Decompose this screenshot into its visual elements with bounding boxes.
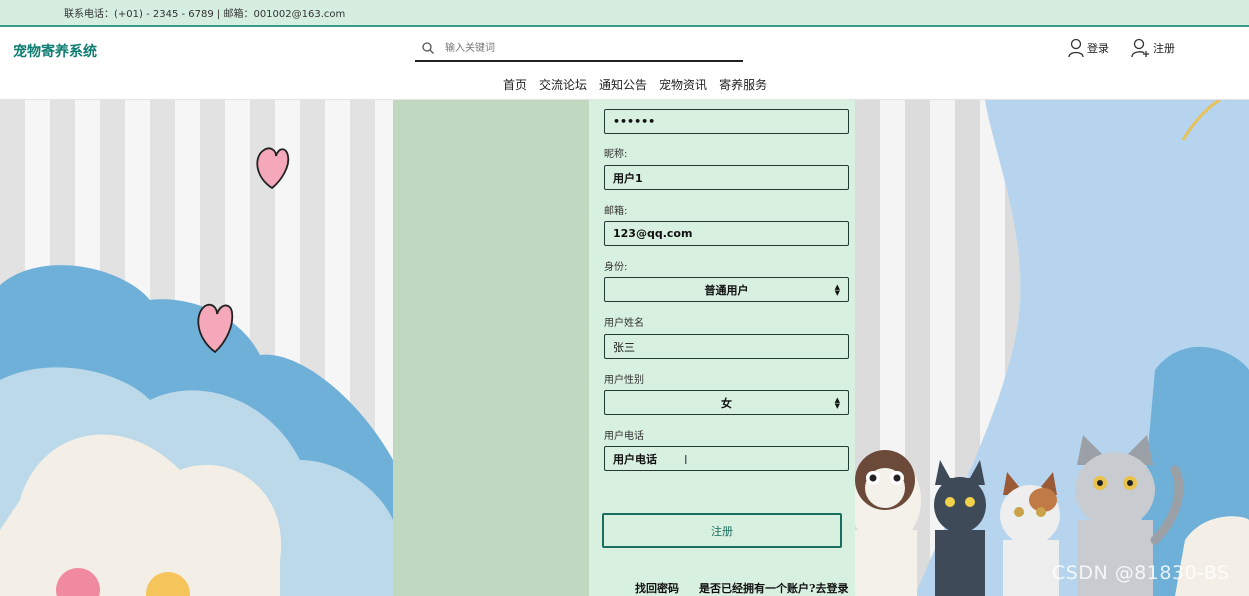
nav-item-news[interactable]: 宠物资讯 (659, 76, 707, 93)
site-logo[interactable]: 宠物寄养系统 (13, 41, 97, 61)
login-button[interactable]: 登录 (1067, 38, 1109, 58)
main-nav: 首页 交流论坛 通知公告 宠物资讯 寄养服务 (503, 76, 767, 93)
select-arrows-icon: ▲ ▼ (834, 283, 840, 297)
email-field[interactable]: 123@qq.com (604, 221, 849, 246)
text-cursor-icon: I (684, 453, 688, 467)
role-select[interactable]: 普通用户 ▲ ▼ (604, 277, 849, 302)
password-field[interactable]: •••••• (604, 109, 849, 134)
name-field[interactable]: 张三 (604, 334, 849, 359)
left-background-illustration (0, 100, 393, 596)
nav-item-forum[interactable]: 交流论坛 (539, 76, 587, 93)
nav-item-notice[interactable]: 通知公告 (599, 76, 647, 93)
nav-item-home[interactable]: 首页 (503, 76, 527, 93)
phone-field[interactable]: 用户电话 I (604, 446, 849, 471)
phone-value: 用户电话 (613, 452, 657, 466)
role-value: 普通用户 (704, 283, 749, 297)
gender-value: 女 (721, 396, 732, 410)
contact-info: 联系电话：(+01) - 2345 - 6789 | 邮箱：001002@163… (64, 9, 346, 20)
gender-select[interactable]: 女 ▲ ▼ (604, 390, 849, 415)
site-header: 宠物寄养系统 登录 注册 首页 交流论坛 通知公告 宠物资讯 寄养服务 (0, 29, 1249, 100)
cat-icon (855, 450, 921, 596)
email-label: 邮箱: (604, 206, 628, 217)
cat-icon (1000, 472, 1060, 596)
register-form: •••••• 昵称: 用户1 邮箱: 123@qq.com 身份: 普通用户 ▲… (589, 100, 855, 596)
forgot-password-link[interactable]: 找回密码 (635, 580, 679, 596)
search-bar (415, 37, 743, 62)
search-icon[interactable] (421, 41, 435, 55)
search-input[interactable] (445, 39, 735, 57)
role-label: 身份: (604, 262, 628, 273)
cats-illustration (855, 100, 1249, 596)
register-button[interactable]: 注册 (1131, 38, 1175, 58)
clouds-illustration (0, 147, 393, 596)
contact-bar: 联系电话：(+01) - 2345 - 6789 | 邮箱：001002@163… (0, 0, 1249, 27)
watermark: CSDN @81830-BS (1052, 562, 1230, 584)
add-user-icon (1131, 38, 1149, 58)
name-label: 用户姓名 (604, 318, 644, 329)
user-icon (1068, 38, 1084, 58)
green-column (393, 100, 589, 596)
select-arrows-icon: ▲ ▼ (834, 396, 840, 410)
go-login-link[interactable]: 是否已经拥有一个账户?去登录 (699, 580, 848, 596)
register-label: 注册 (1153, 42, 1175, 55)
nickname-label: 昵称: (604, 149, 628, 160)
heart-icon (256, 147, 290, 190)
register-submit-button[interactable]: 注册 (602, 513, 842, 548)
phone-label: 用户电话 (604, 431, 644, 442)
nickname-field[interactable]: 用户1 (604, 165, 849, 190)
nav-item-boarding[interactable]: 寄养服务 (719, 76, 767, 93)
login-label: 登录 (1087, 42, 1109, 55)
right-background-illustration (855, 100, 1249, 596)
gender-label: 用户性别 (604, 375, 644, 386)
